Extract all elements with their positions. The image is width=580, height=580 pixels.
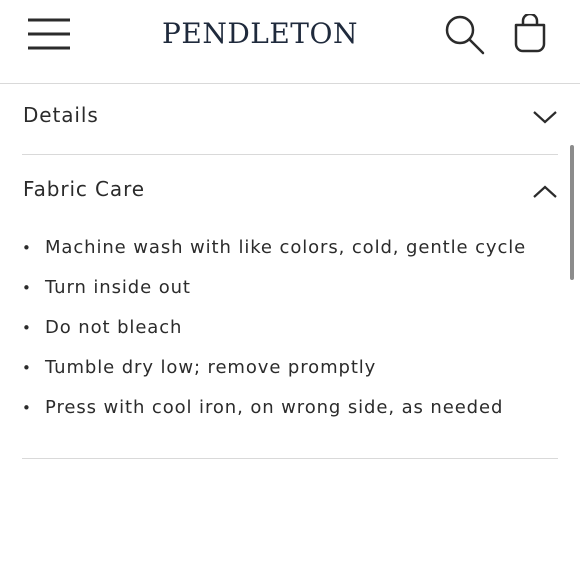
shopping-bag-button[interactable] [511, 12, 549, 54]
bullet: • [22, 239, 32, 257]
care-instruction: Press with cool iron, on wrong side, as … [45, 397, 504, 418]
chevron-up-icon[interactable] [532, 184, 558, 200]
menu-button[interactable] [27, 17, 71, 51]
care-instruction: Tumble dry low; remove promptly [45, 357, 377, 378]
care-instruction: Machine wash with like colors, cold, gen… [45, 237, 527, 258]
bullet: • [22, 279, 32, 297]
pendleton-logo[interactable]: PENDLETON [160, 14, 360, 54]
fabric-care-title: Fabric Care [23, 177, 145, 201]
chevron-down-icon[interactable] [532, 109, 558, 125]
care-instruction: Turn inside out [45, 277, 191, 298]
search-button[interactable] [444, 14, 486, 56]
site-header: PENDLETON [0, 0, 580, 84]
search-icon [445, 15, 485, 55]
bullet: • [22, 319, 32, 337]
bullet: • [22, 359, 32, 377]
details-title: Details [23, 103, 99, 127]
scrollbar[interactable] [570, 145, 574, 280]
hamburger-menu-icon [28, 18, 70, 50]
bullet: • [22, 399, 32, 417]
shopping-bag-icon [514, 12, 546, 53]
fabric-care-accordion[interactable]: Fabric Care • Machine wash with like col… [22, 156, 558, 459]
care-instruction: Do not bleach [45, 317, 183, 338]
details-accordion[interactable]: Details [22, 85, 558, 155]
